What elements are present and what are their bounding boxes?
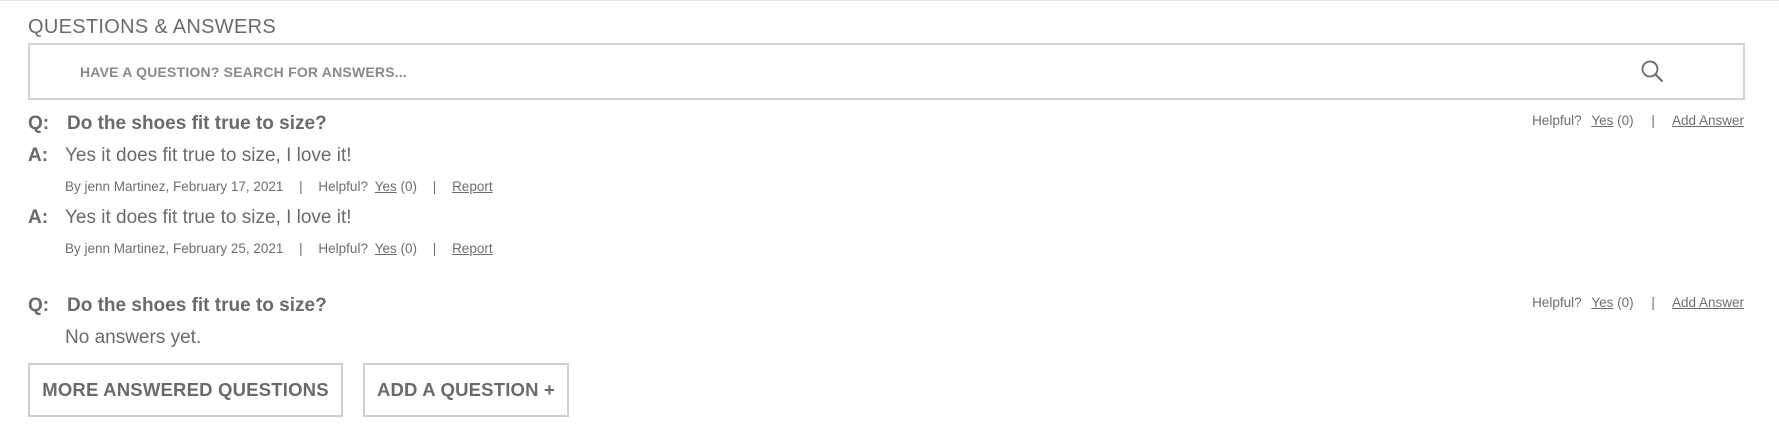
answer-label: A: [28,207,49,228]
answer-label: A: [28,145,49,166]
question-actions: Helpful? Yes (0) | Add Answer [1532,113,1744,128]
helpful-yes-link[interactable]: Yes [1591,295,1613,310]
separator: | [432,179,437,194]
add-answer-link[interactable]: Add Answer [1672,295,1744,310]
question-label: Q: [28,113,50,134]
separator: | [299,241,303,256]
helpful-yes-link[interactable]: Yes [375,179,397,194]
question-actions: Helpful? Yes (0) | Add Answer [1532,295,1744,310]
helpful-label: Helpful? [318,179,368,194]
answer-meta: By jenn Martinez, February 25, 2021 | He… [65,241,493,256]
helpful-count: (0) [400,241,418,256]
search-icon[interactable] [1640,59,1666,85]
more-answered-questions-button[interactable]: MORE ANSWERED QUESTIONS [28,363,343,417]
add-question-button[interactable]: ADD A QUESTION + [363,363,569,417]
add-answer-link[interactable]: Add Answer [1672,113,1744,128]
no-answers-text: No answers yet. [65,327,202,348]
question-text: Do the shoes fit true to size? [67,113,327,134]
helpful-count: (0) [1617,113,1634,128]
top-divider [0,0,1779,1]
section-title: QUESTIONS & ANSWERS [28,16,276,38]
question-label: Q: [28,295,50,316]
helpful-yes-link[interactable]: Yes [1591,113,1613,128]
search-bar [28,43,1745,100]
helpful-label: Helpful? [1532,113,1582,128]
answer-meta: By jenn Martinez, February 17, 2021 | He… [65,179,493,194]
answer-byline: By jenn Martinez, February 25, 2021 [65,241,284,256]
separator: | [1651,113,1655,128]
question-text: Do the shoes fit true to size? [67,295,327,316]
answer-text: Yes it does fit true to size, I love it! [65,207,352,228]
helpful-yes-link[interactable]: Yes [375,241,397,256]
report-link[interactable]: Report [452,241,493,256]
helpful-label: Helpful? [318,241,368,256]
separator: | [432,241,437,256]
separator: | [299,179,303,194]
helpful-label: Helpful? [1532,295,1582,310]
search-input[interactable] [80,54,1630,89]
answer-byline: By jenn Martinez, February 17, 2021 [65,179,284,194]
separator: | [1651,295,1655,310]
helpful-count: (0) [400,179,418,194]
report-link[interactable]: Report [452,179,493,194]
answer-text: Yes it does fit true to size, I love it! [65,145,352,166]
helpful-count: (0) [1617,295,1634,310]
